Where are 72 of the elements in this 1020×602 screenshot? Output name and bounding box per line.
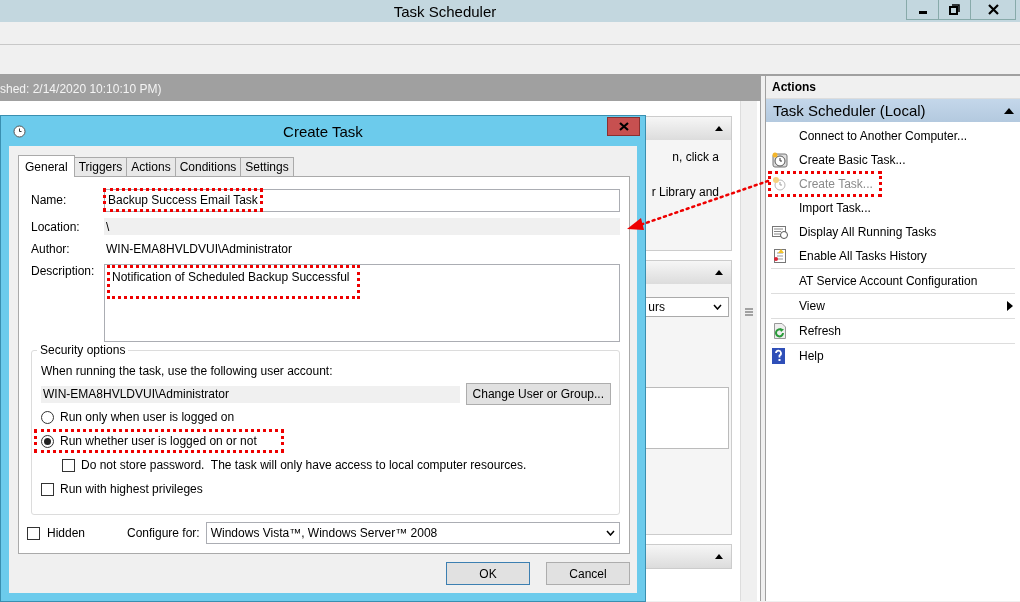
scroll-bar[interactable] [740,101,757,601]
account-field: WIN-EMA8HVLDVUI\Administrator [41,385,460,403]
change-user-button[interactable]: Change User or Group... [465,383,611,405]
close-icon [987,4,999,15]
grip-icon [745,308,753,316]
list-icon [772,224,788,240]
notebook-icon [772,248,788,264]
action-item[interactable]: AT Service Account Configuration [771,269,1015,294]
option-label: Run with highest privileges [60,482,203,496]
collapse-icon[interactable] [1004,107,1014,114]
submenu-arrow-icon [1007,301,1013,311]
tab[interactable]: General [18,155,75,177]
radio-button[interactable] [41,434,54,448]
ok-button[interactable]: OK [446,562,530,585]
action-item[interactable]: Import Task... [771,196,1015,220]
group-title: Task Scheduler (Local) [773,102,926,119]
section-text: r Library and [651,185,719,199]
restore-icon [949,4,960,15]
field-value: WIN-EMA8HVLDVUI\Administrator [105,242,293,256]
clock-icon [13,125,26,138]
window-title: Task Scheduler [393,2,497,20]
action-item[interactable]: Refresh [771,319,1015,344]
clock-icon [772,176,788,192]
tab[interactable]: Conditions [174,157,242,176]
pane-header-text: shed: 2/14/2020 10:10:10 PM) [0,81,162,96]
action-item[interactable]: Enable All Tasks History [771,244,1015,269]
field-label: Name: [31,193,68,207]
refresh-icon [772,323,788,339]
option-label: Hidden [47,526,87,540]
input-field[interactable]: Backup Success Email Task [104,188,620,212]
checkbox[interactable] [62,458,75,472]
section-text: n, click a [672,150,719,164]
collapse-icon[interactable] [715,126,723,131]
action-item[interactable]: Display All Running Tasks [771,220,1015,244]
close-button[interactable] [970,0,1016,20]
checkbox[interactable] [41,482,54,496]
group-header[interactable]: Task Scheduler (Local) [766,99,1020,122]
readonly-field: \ [104,218,620,235]
dropdown-value: urs [648,300,665,314]
close-icon [618,122,629,131]
configure-dropdown[interactable]: Windows Vista™, Windows Server™ 2008 [205,522,620,544]
option-label: Run only when user is logged on [60,410,235,424]
option-label: Do not store password. The task will only have access to local computer resources. [81,458,527,472]
text-area[interactable]: Notification of Scheduled Backup Successful [104,264,620,342]
cancel-button[interactable]: Cancel [546,562,630,585]
field-label: Location: [31,219,81,234]
caret-icon [713,304,722,310]
help-icon [772,348,786,364]
radio-button[interactable] [41,410,54,424]
minimize-button[interactable] [906,0,939,20]
prompt-text: When running the task, use the following user account: [41,364,334,378]
action-item[interactable]: Connect to Another Computer... [771,124,1015,148]
actions-title: Actions [766,76,1020,99]
collapse-icon[interactable] [715,270,723,275]
clock-icon [772,152,788,168]
group-title: Security options [39,343,127,357]
dialog-title: Create Task [283,122,363,140]
field-label: Configure for: [127,526,200,540]
action-item[interactable]: Create Basic Task... [771,148,1015,172]
tab[interactable]: Actions [126,157,176,176]
caret-icon [606,530,615,536]
collapse-icon[interactable] [715,554,723,559]
tab[interactable]: Triggers [73,157,128,176]
action-item[interactable]: Help [771,344,1015,368]
minimize-icon [918,11,927,14]
dropdown-value: Windows Vista™, Windows Server™ 2008 [210,526,438,540]
checkbox[interactable] [27,526,40,540]
option-label: Run whether user is logged on or not [60,434,257,448]
field-label: Author: [31,242,71,256]
field-label: Description: [31,264,96,278]
action-item[interactable]: View [771,294,1015,319]
tab[interactable]: Settings [240,157,294,176]
